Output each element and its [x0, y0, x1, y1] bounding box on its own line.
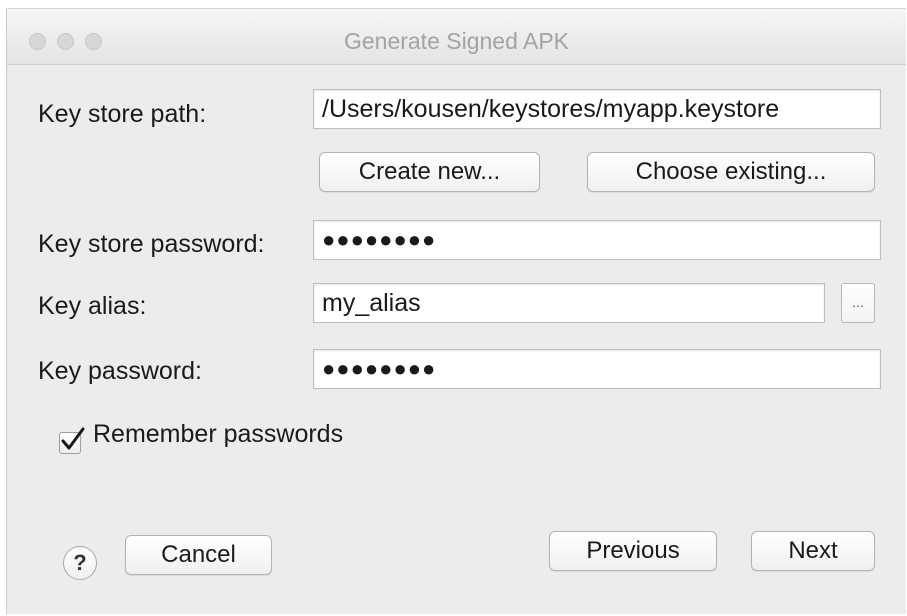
window-title: Generate Signed APK	[343, 28, 570, 54]
title-bar: Generate Signed APK	[7, 9, 906, 65]
next-button[interactable]: Next	[751, 531, 875, 571]
create-new-button[interactable]: Create new...	[319, 152, 540, 192]
key-password-label: Key password:	[38, 357, 202, 385]
remember-passwords-label[interactable]: Remember passwords	[93, 420, 343, 449]
keystore-path-label: Key store path:	[38, 100, 207, 128]
key-alias-label: Key alias:	[38, 292, 147, 320]
remember-passwords-checkbox[interactable]	[59, 427, 85, 454]
previous-button[interactable]: Previous	[549, 531, 717, 571]
alias-browse-button[interactable]: ...	[841, 283, 875, 323]
keystore-password-label: Key store password:	[38, 230, 265, 258]
key-password-field[interactable]: ●●●●●●●●	[313, 349, 881, 389]
help-icon[interactable]: ?	[63, 546, 97, 580]
keystore-path-field[interactable]: /Users/kousen/keystores/myapp.keystore	[313, 89, 881, 129]
generate-signed-apk-dialog: Generate Signed APK Key store path: /Use…	[6, 8, 906, 614]
keystore-password-field[interactable]: ●●●●●●●●	[313, 220, 881, 260]
key-alias-field[interactable]: my_alias	[313, 283, 825, 323]
choose-existing-button[interactable]: Choose existing...	[587, 152, 875, 192]
checkmark-icon	[61, 427, 85, 450]
cancel-button[interactable]: Cancel	[125, 535, 272, 575]
